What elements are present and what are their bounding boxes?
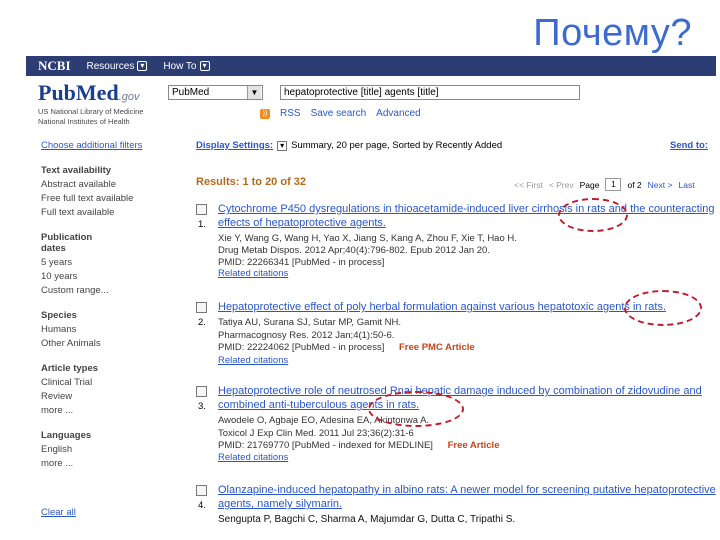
search-input[interactable]: hepatoprotective [title] agents [title]: [280, 85, 580, 100]
filter-item[interactable]: more ...: [41, 457, 181, 471]
result-checkbox[interactable]: [196, 204, 207, 215]
filter-item[interactable]: Humans: [41, 323, 181, 337]
filter-group-languages: Languages English more ...: [41, 430, 181, 471]
send-to-link[interactable]: Send to:: [670, 140, 708, 151]
free-article-badge[interactable]: Free Article: [448, 440, 500, 451]
filter-heading: Article types: [41, 363, 99, 374]
filter-item[interactable]: Clinical Trial: [41, 376, 181, 390]
filter-heading: Species: [41, 310, 77, 321]
result-pmid: PMID: 21769770 [PubMed - indexed for MED…: [218, 440, 433, 451]
related-citations-link[interactable]: Related citations: [218, 452, 288, 463]
chevron-down-icon: ▾: [137, 61, 148, 71]
filter-item[interactable]: more ...: [41, 404, 181, 418]
display-settings-link[interactable]: Display Settings:: [196, 140, 273, 151]
ncbi-top-bar: NCBI Resources ▾ How To ▾: [26, 56, 716, 76]
free-article-badge[interactable]: Free PMC Article: [399, 342, 475, 353]
result-title-link[interactable]: Hepatoprotective role of neutrosed Rnai …: [218, 384, 716, 412]
page-total: of 2: [627, 179, 642, 190]
rss-link[interactable]: RSS: [280, 108, 301, 119]
search-subbar: )) RSS Save search Advanced: [260, 108, 421, 119]
filter-heading: Publication dates: [41, 232, 93, 254]
annotation-oval-agents-rats: [624, 290, 702, 326]
display-settings: Display Settings: ▾ Summary, 20 per page…: [196, 140, 716, 151]
filter-group-publication-dates: Publication dates 5 years 10 years Custo…: [41, 232, 181, 298]
filter-item[interactable]: Full text available: [41, 206, 181, 220]
clear-all-link[interactable]: Clear all: [41, 507, 76, 518]
choose-filters-link[interactable]: Choose additional filters: [41, 140, 181, 151]
result-title-link[interactable]: Cytochrome P450 dysregulations in thioac…: [218, 202, 716, 230]
annotation-oval-agents-in-rats: [368, 391, 464, 427]
nih-line: National Institutes of Health: [38, 117, 130, 126]
result-checkbox[interactable]: [196, 485, 207, 496]
gov-suffix: .gov: [118, 91, 140, 103]
filters-sidebar: Choose additional filters Text availabil…: [41, 140, 181, 471]
filter-item[interactable]: Review: [41, 390, 181, 404]
how-to-menu[interactable]: How To ▾: [163, 60, 210, 72]
results-count: Results: 1 to 20 of 32: [196, 176, 307, 188]
last-page-link[interactable]: Last: [678, 180, 694, 190]
rss-icon[interactable]: )): [260, 108, 270, 119]
related-citations-link[interactable]: Related citations: [218, 355, 288, 366]
pubmed-logo-text: PubMed: [38, 80, 119, 105]
ncbi-logo[interactable]: NCBI: [38, 58, 71, 74]
filter-item[interactable]: Abstract available: [41, 178, 181, 192]
filter-item[interactable]: Other Animals: [41, 337, 181, 351]
advanced-link[interactable]: Advanced: [376, 108, 420, 119]
result-number: 3.: [198, 401, 206, 412]
filter-item[interactable]: 5 years: [41, 256, 181, 270]
related-citations-link[interactable]: Related citations: [218, 268, 288, 279]
prev-page-link[interactable]: < Prev: [549, 180, 574, 190]
slide-title: Почему?: [533, 12, 692, 54]
result-pmid: PMID: 22224062 [PubMed - in process]: [218, 342, 385, 353]
filter-item[interactable]: Free full text available: [41, 192, 181, 206]
how-to-label: How To: [163, 60, 197, 72]
filter-group-article-types: Article types Clinical Trial Review more…: [41, 363, 181, 418]
pubmed-logo[interactable]: PubMed.gov US National Library of Medici…: [38, 80, 143, 126]
pubmed-header: PubMed.gov US National Library of Medici…: [26, 76, 716, 126]
result-number: 1.: [198, 219, 206, 230]
result-checkbox[interactable]: [196, 386, 207, 397]
filter-heading: Text availability: [41, 165, 112, 176]
filter-item[interactable]: English: [41, 443, 181, 457]
result-number: 4.: [198, 500, 206, 511]
resources-menu[interactable]: Resources ▾: [87, 61, 148, 72]
filter-item[interactable]: 10 years: [41, 270, 181, 284]
result-checkbox[interactable]: [196, 302, 207, 313]
result-journal: Drug Metab Dispos. 2012 Apr;40(4):796-80…: [218, 245, 490, 256]
filter-group-species: Species Humans Other Animals: [41, 310, 181, 351]
result-pmid-line: PMID: 21769770 [PubMed - indexed for MED…: [218, 440, 499, 452]
chevron-down-icon: ▾: [199, 61, 210, 71]
result-journal: Pharmacognosy Res. 2012 Jan;4(1):50-6.: [218, 330, 395, 341]
results-pane: Display Settings: ▾ Summary, 20 per page…: [196, 140, 716, 525]
display-settings-value: Summary, 20 per page, Sorted by Recently…: [291, 140, 503, 151]
result-number: 2.: [198, 317, 206, 328]
result-authors: Xie Y, Wang G, Wang H, Yao X, Jiang S, K…: [218, 233, 517, 244]
result-pmid-line: PMID: 22224062 [PubMed - in process] Fre…: [218, 342, 475, 354]
result-journal: Toxicol J Exp Clin Med. 2011 Jul 23;36(2…: [218, 428, 414, 439]
save-search-link[interactable]: Save search: [311, 108, 367, 119]
page-number-input[interactable]: 1: [605, 178, 622, 191]
results-header: Results: 1 to 20 of 32 << First < Prev P…: [196, 176, 716, 191]
result-authors: Sengupta P, Bagchi C, Sharma A, Majumdar…: [218, 514, 516, 525]
result-title-link[interactable]: Olanzapine-induced hepatopathy in albino…: [218, 483, 716, 511]
chevron-down-icon[interactable]: ▾: [277, 140, 288, 151]
result-authors: Tatiya AU, Surana SJ, Sutar MP, Gamit NH…: [218, 317, 402, 328]
resources-label: Resources: [86, 60, 135, 72]
next-page-link[interactable]: Next >: [648, 180, 673, 190]
filter-item[interactable]: Custom range...: [41, 284, 181, 298]
filter-heading: Languages: [41, 430, 92, 441]
page-label: Page: [579, 179, 600, 190]
filter-group-text-availability: Text availability Abstract available Fre…: [41, 165, 181, 220]
annotation-oval-rats: [558, 198, 628, 232]
dropdown-arrow-icon[interactable]: ▼: [247, 86, 261, 99]
pager: << First < Prev Page 1 of 2 Next > Last: [514, 178, 695, 191]
nlm-line: US National Library of Medicine: [38, 107, 144, 116]
first-page-link[interactable]: << First: [514, 180, 543, 190]
